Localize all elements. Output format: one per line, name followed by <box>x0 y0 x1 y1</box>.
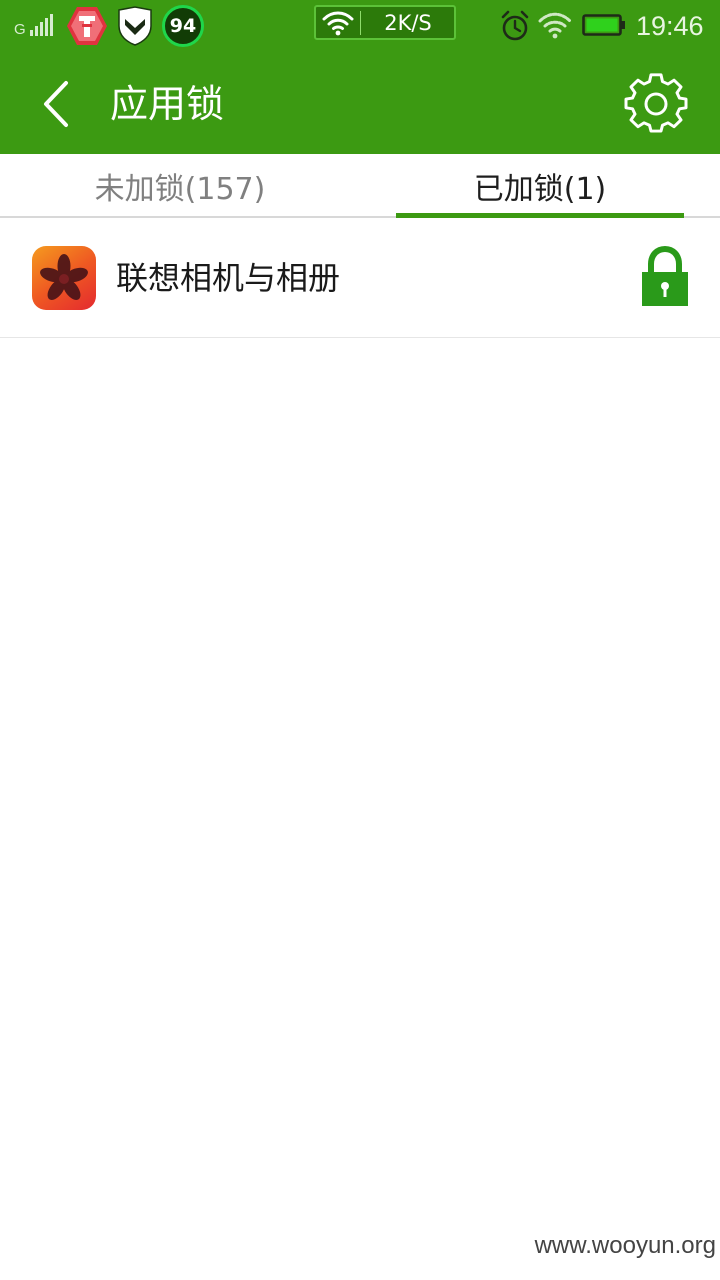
battery-saver-icon: 94 <box>162 5 204 47</box>
camera-gallery-app-icon <box>32 246 96 310</box>
padlock-icon <box>642 245 688 306</box>
network-speed-indicator: 2K/S <box>314 5 456 40</box>
speed-separator <box>360 11 361 35</box>
watermark: www.wooyun.org <box>534 1232 716 1259</box>
settings-button[interactable] <box>624 72 688 136</box>
network-speed-text: 2K/S <box>384 11 432 35</box>
app-name: 联想相机与相册 <box>116 259 341 297</box>
back-arrow-icon <box>44 81 68 127</box>
battery-icon <box>582 13 626 37</box>
alarm-icon <box>500 10 530 42</box>
gear-icon <box>624 73 688 133</box>
tab-unlocked[interactable]: 未加锁(157) <box>0 154 360 218</box>
back-button[interactable] <box>30 74 90 134</box>
list-item[interactable]: 联想相机与相册 <box>0 218 720 338</box>
wifi-icon <box>322 10 354 36</box>
shield-app-icon <box>116 6 154 46</box>
status-bar: G 94 2K/S 19:46 <box>0 0 720 54</box>
lock-toggle-button[interactable] <box>638 245 692 308</box>
app-notification-icon <box>66 6 108 46</box>
network-type-label: G <box>14 21 26 38</box>
app-bar: 应用锁 <box>0 54 720 154</box>
page-title: 应用锁 <box>110 82 225 126</box>
wifi-icon <box>538 11 572 39</box>
clock-time: 19:46 <box>636 11 704 41</box>
battery-saver-badge: 94 <box>169 15 197 37</box>
signal-icon: G <box>14 12 56 38</box>
tab-bar: 未加锁(157) 已加锁(1) <box>0 154 720 218</box>
tab-locked[interactable]: 已加锁(1) <box>396 154 684 218</box>
